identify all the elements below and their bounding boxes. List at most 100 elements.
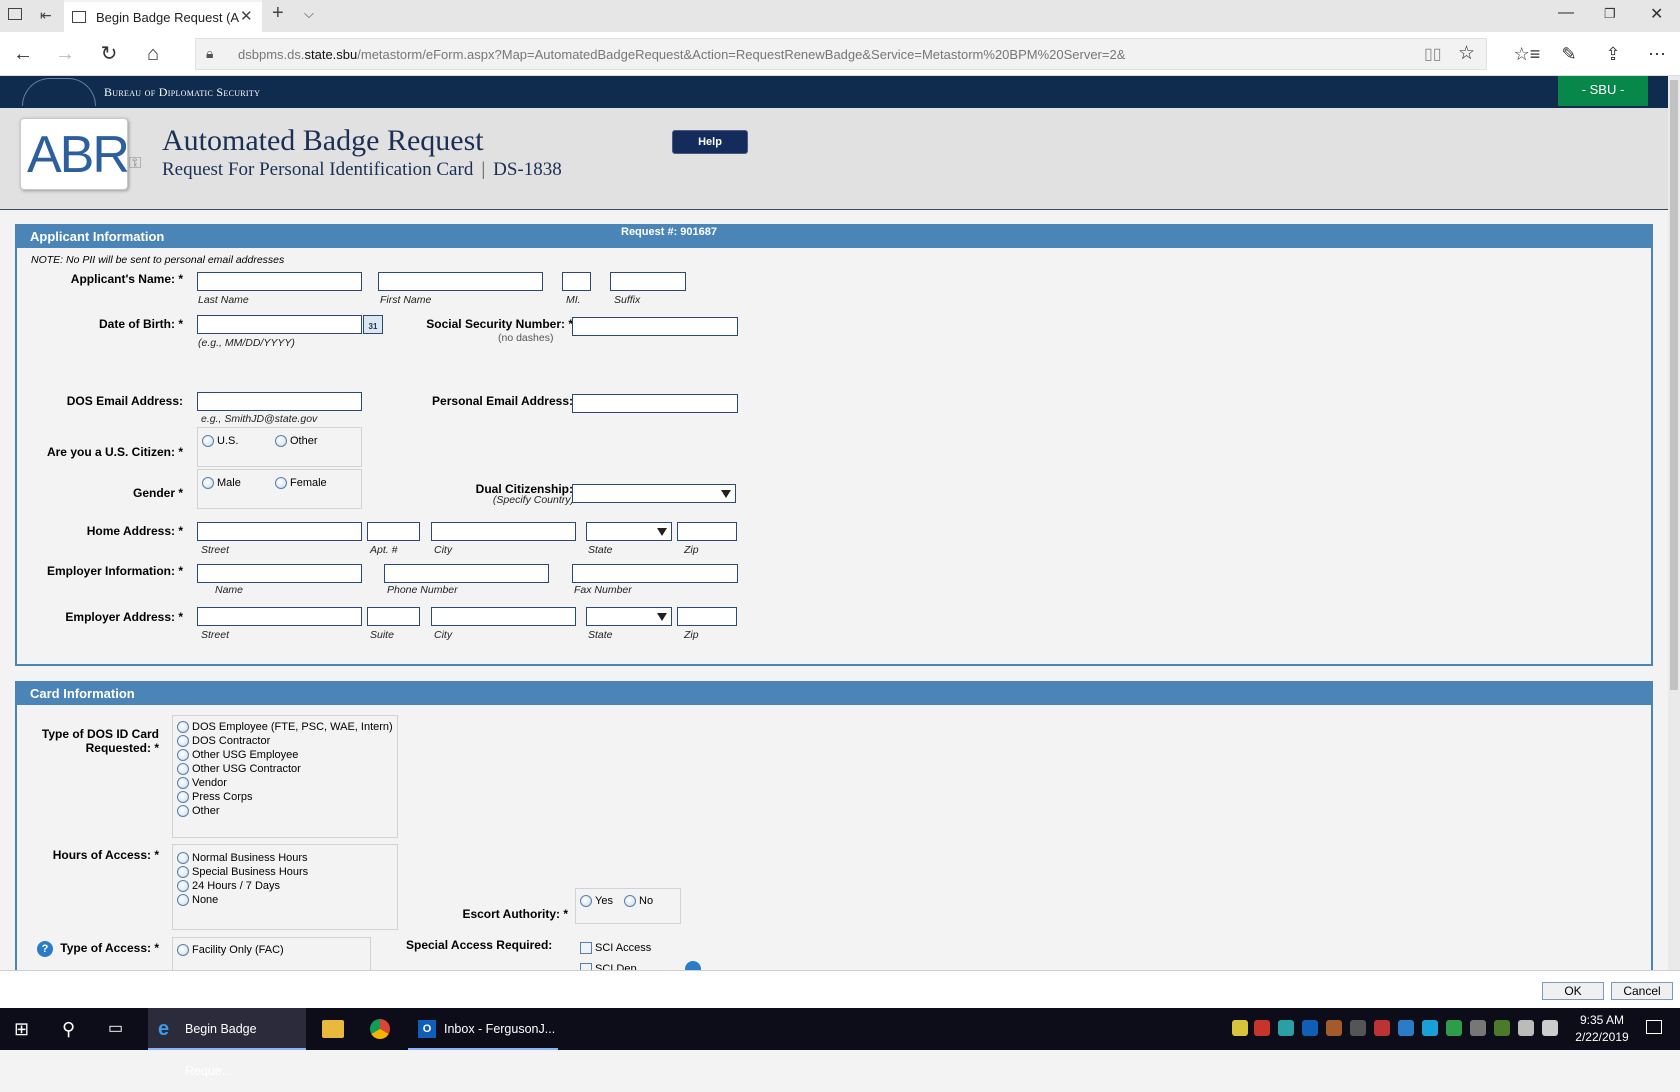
home-city-input[interactable] [431,522,576,541]
active-tab[interactable]: Begin Badge Request (A ✕ [64,0,262,32]
reading-view-icon[interactable]: ▯▯ [1424,44,1442,64]
radio-icon[interactable] [177,880,189,893]
help-button[interactable]: Help [672,130,748,154]
gender-male-option[interactable]: Male [202,477,241,490]
tray-icon[interactable] [1232,1020,1248,1036]
radio-icon[interactable] [275,477,287,490]
citizen-us-option[interactable]: U.S. [202,435,238,448]
radio-icon[interactable] [177,777,189,790]
tray-icon[interactable] [1374,1020,1390,1036]
hours-option[interactable]: Special Business Hours [177,866,308,879]
search-icon[interactable]: ⚲ [62,1008,75,1050]
radio-icon[interactable] [202,435,214,448]
share-icon[interactable]: ⇪ [1598,32,1628,76]
refresh-icon[interactable]: ↻ [94,32,124,76]
tray-icon[interactable] [1326,1020,1342,1036]
volume-icon[interactable] [1542,1020,1558,1036]
radio-icon[interactable] [177,852,189,865]
task-view-icon[interactable]: ▭ [108,1008,123,1050]
favorites-hub-icon[interactable]: ☆≡ [1512,32,1542,76]
taskbar-edge-item[interactable]: e Begin Badge Reque... [148,1008,306,1078]
back-icon[interactable]: ← [8,32,38,76]
middle-initial-input[interactable] [562,272,591,291]
set-tabs-aside-icon[interactable]: ⇤ [40,7,52,24]
employer-street-input[interactable] [197,607,362,626]
citizen-other-option[interactable]: Other [275,435,318,448]
radio-icon[interactable] [177,866,189,879]
dob-input[interactable] [197,315,362,334]
radio-icon[interactable] [624,895,636,908]
favorite-star-icon[interactable]: ☆ [1458,42,1475,65]
checkbox-icon[interactable] [580,942,592,955]
employer-state-select[interactable] [586,607,672,626]
sci-access-checkbox[interactable]: SCI Access [580,942,651,955]
access-type-option[interactable]: Facility Only (FAC) [177,944,284,957]
first-name-input[interactable] [378,272,543,291]
file-explorer-icon[interactable] [322,1020,344,1038]
tray-icon[interactable] [1254,1020,1270,1036]
battery-icon[interactable] [1470,1020,1486,1036]
window-close-icon[interactable]: ✕ [1650,4,1663,24]
forward-icon[interactable]: → [50,32,80,76]
radio-icon[interactable] [202,477,214,490]
radio-icon[interactable] [177,721,189,734]
more-icon[interactable]: ⋯ [1642,32,1672,76]
hours-option[interactable]: 24 Hours / 7 Days [177,880,280,893]
gender-female-option[interactable]: Female [275,477,327,490]
tray-icon[interactable] [1398,1020,1414,1036]
ok-button[interactable]: OK [1542,982,1604,1000]
tray-icon[interactable] [1446,1020,1462,1036]
card-type-option[interactable]: Vendor [177,777,227,790]
card-type-option[interactable]: DOS Employee (FTE, PSC, WAE, Intern) [177,721,393,734]
close-tab-icon[interactable]: ✕ [240,7,253,25]
tray-icon[interactable] [1278,1020,1294,1036]
clock-date[interactable]: 2/22/2019 [1570,1030,1634,1044]
dual-citizenship-select[interactable] [572,484,736,503]
card-type-option[interactable]: Other USG Contractor [177,763,301,776]
radio-icon[interactable] [177,735,189,748]
clock-time[interactable]: 9:35 AM [1570,1013,1634,1027]
dos-email-input[interactable] [197,392,362,411]
employer-suite-input[interactable] [367,607,420,626]
minimize-icon[interactable]: — [1558,4,1574,22]
suffix-input[interactable] [610,272,686,291]
home-zip-input[interactable] [677,522,737,541]
home-street-input[interactable] [197,522,362,541]
tray-icon[interactable] [1422,1020,1438,1036]
escort-no-option[interactable]: No [624,895,653,908]
url-field[interactable]: 🔒︎ dsbpms.ds.state.sbu/metastorm/eForm.a… [195,38,1487,70]
tray-icon[interactable] [1350,1020,1366,1036]
hours-option[interactable]: Normal Business Hours [177,852,308,865]
tab-actions-icon[interactable] [8,8,22,20]
radio-icon[interactable] [177,749,189,762]
escort-yes-option[interactable]: Yes [580,895,613,908]
radio-icon[interactable] [177,763,189,776]
calendar-icon[interactable]: 31 [363,315,383,334]
employer-zip-input[interactable] [677,607,737,626]
card-type-option[interactable]: Other USG Employee [177,749,298,762]
personal-email-input[interactable] [572,394,738,413]
action-center-icon[interactable] [1646,1020,1662,1034]
card-type-option[interactable]: DOS Contractor [177,735,270,748]
help-question-icon[interactable]: ? [37,941,53,957]
card-type-option[interactable]: Press Corps [177,791,253,804]
radio-icon[interactable] [177,894,189,907]
employer-city-input[interactable] [431,607,576,626]
tray-icon[interactable] [1494,1020,1510,1036]
home-icon[interactable]: ⌂ [138,32,168,76]
tray-icon[interactable] [1302,1020,1318,1036]
radio-icon[interactable] [177,944,189,957]
last-name-input[interactable] [197,272,362,291]
scrollbar-thumb[interactable] [1670,80,1678,690]
radio-icon[interactable] [580,895,592,908]
employer-name-input[interactable] [197,564,362,583]
employer-fax-input[interactable] [572,564,738,583]
card-type-option[interactable]: Other [177,805,220,818]
network-icon[interactable] [1518,1020,1534,1036]
home-apt-input[interactable] [367,522,420,541]
home-state-select[interactable] [586,522,672,541]
windows-start-icon[interactable]: ⊞ [14,1008,29,1050]
radio-icon[interactable] [275,435,287,448]
hours-option[interactable]: None [177,894,218,907]
radio-icon[interactable] [177,805,189,818]
